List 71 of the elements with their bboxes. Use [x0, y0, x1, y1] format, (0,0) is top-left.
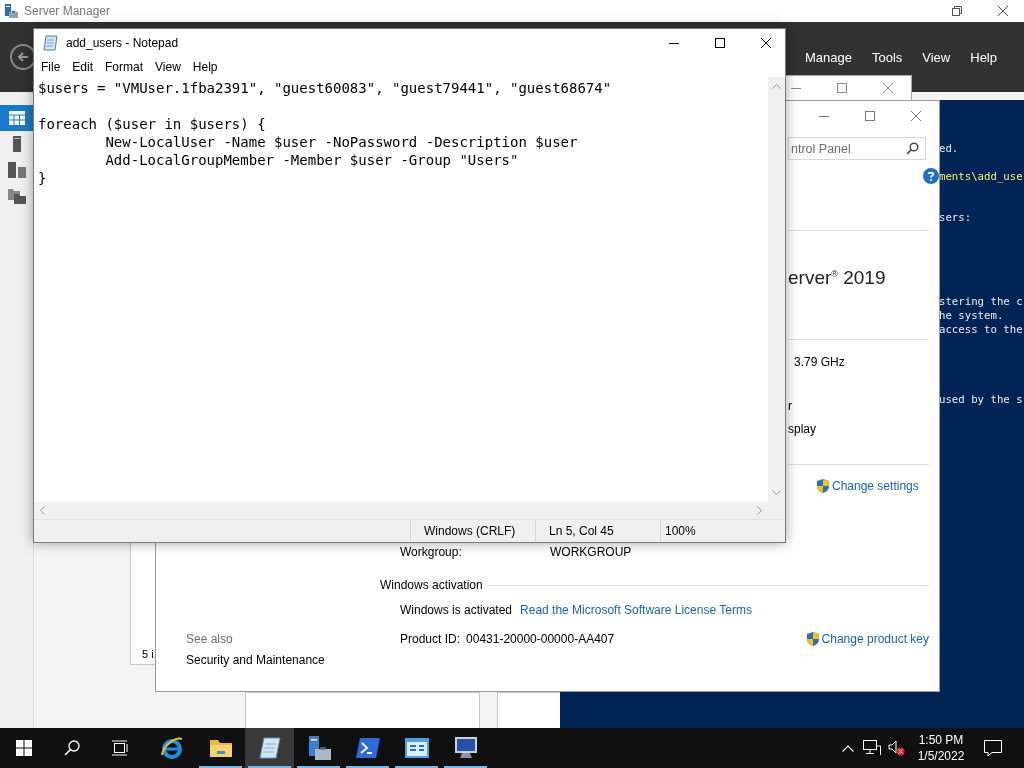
folders-icon: [7, 188, 26, 204]
close-icon[interactable]: [761, 38, 771, 48]
server-icon: [12, 136, 21, 152]
menu-item[interactable]: View: [922, 49, 951, 65]
menu-item[interactable]: Help: [186, 60, 224, 74]
license-link[interactable]: Read the Microsoft Software License Terms: [520, 602, 752, 618]
windows-icon[interactable]: [16, 740, 32, 756]
arrow-left-icon[interactable]: [17, 51, 29, 63]
menu-item[interactable]: Help: [970, 49, 997, 65]
window-title: add_users - Notepad: [66, 36, 180, 50]
time-text: 1:50 PM: [918, 732, 964, 748]
grid-icon: [8, 111, 25, 125]
folder-icon: [208, 737, 233, 759]
field-label: Product ID:: [400, 631, 461, 647]
info-text: splay: [788, 421, 817, 438]
tile-text: 5 i: [142, 648, 154, 660]
task-view-icon[interactable]: [111, 740, 129, 756]
menu-item[interactable]: Manage: [804, 49, 852, 65]
menu-item[interactable]: Edit: [66, 60, 100, 74]
console-line: used by the s: [939, 393, 1024, 407]
search-icon[interactable]: [64, 740, 80, 756]
console-line: access to the: [939, 323, 1024, 337]
notification-icon[interactable]: [984, 739, 1002, 757]
text-content[interactable]: $users = "VMUser.1fba2391", "guest60083", "guest79441", "guest68674" foreach ($user in $users) { New-LocalUser -Name $user -NoPassword -Description $user Add-LocalGroupMember -Member $user -Group "Users" }: [34, 77, 768, 502]
help-icon[interactable]: [923, 168, 939, 184]
activation-status: Windows is activated: [400, 602, 513, 618]
section-heading: Windows activation: [380, 577, 483, 593]
edition-text: erver$^{®}$ 2019: [788, 266, 887, 291]
speaker-muted-icon[interactable]: [887, 740, 905, 756]
shield-icon: [805, 631, 820, 647]
taskbar-app[interactable]: [245, 728, 294, 768]
date-text: 1/5/2022: [917, 748, 965, 764]
see-also-link[interactable]: Security and Maintenance: [186, 653, 380, 667]
notepad-icon: [42, 34, 60, 52]
status-text: 100%: [665, 524, 696, 538]
notepad-icon: [257, 736, 282, 760]
network-icon[interactable]: [863, 740, 881, 756]
terminal-icon: [354, 737, 381, 759]
close-icon[interactable]: [997, 6, 1008, 16]
field-value: WORKGROUP: [550, 544, 632, 560]
change-product-key-link[interactable]: Change product key: [821, 631, 929, 647]
shield-icon: [816, 478, 830, 495]
console-line: ed.: [939, 142, 960, 156]
window-title: Server Manager: [24, 4, 111, 18]
menu-item[interactable]: File: [35, 60, 67, 74]
monitor-icon: [452, 736, 479, 760]
search-icon[interactable]: [906, 142, 919, 155]
status-text: Windows (CRLF): [424, 524, 516, 538]
section-heading: See also: [186, 632, 234, 646]
console-line: stering the c: [939, 295, 1024, 309]
search-field[interactable]: ntrol Panel: [788, 137, 926, 160]
change-settings-link[interactable]: Change settings: [832, 479, 919, 494]
nav-item[interactable]: [0, 105, 33, 131]
maximize-icon[interactable]: [715, 38, 725, 48]
console-line: ments\add_use: [939, 170, 1024, 184]
field-label: Workgroup:: [400, 544, 463, 560]
server-icon: [3, 3, 19, 19]
menu-item[interactable]: Tools: [871, 49, 903, 65]
processor-speed: 3.79 GHz: [794, 354, 846, 371]
console-line: he system.: [939, 309, 1005, 323]
browser-icon: [159, 736, 184, 760]
info-text: r: [788, 398, 793, 415]
clock[interactable]: 1:50 PM 1/5/2022: [910, 728, 972, 768]
menu-item[interactable]: Format: [99, 60, 150, 74]
control-panel-icon: [403, 737, 430, 759]
restore-icon[interactable]: [951, 6, 962, 16]
menu-item[interactable]: View: [149, 60, 187, 74]
field-value: 00431-20000-00000-AA407: [466, 631, 615, 647]
status-text: Ln 5, Col 45: [549, 524, 614, 538]
servers-icon: [7, 162, 26, 178]
console-line: sers:: [939, 211, 973, 225]
